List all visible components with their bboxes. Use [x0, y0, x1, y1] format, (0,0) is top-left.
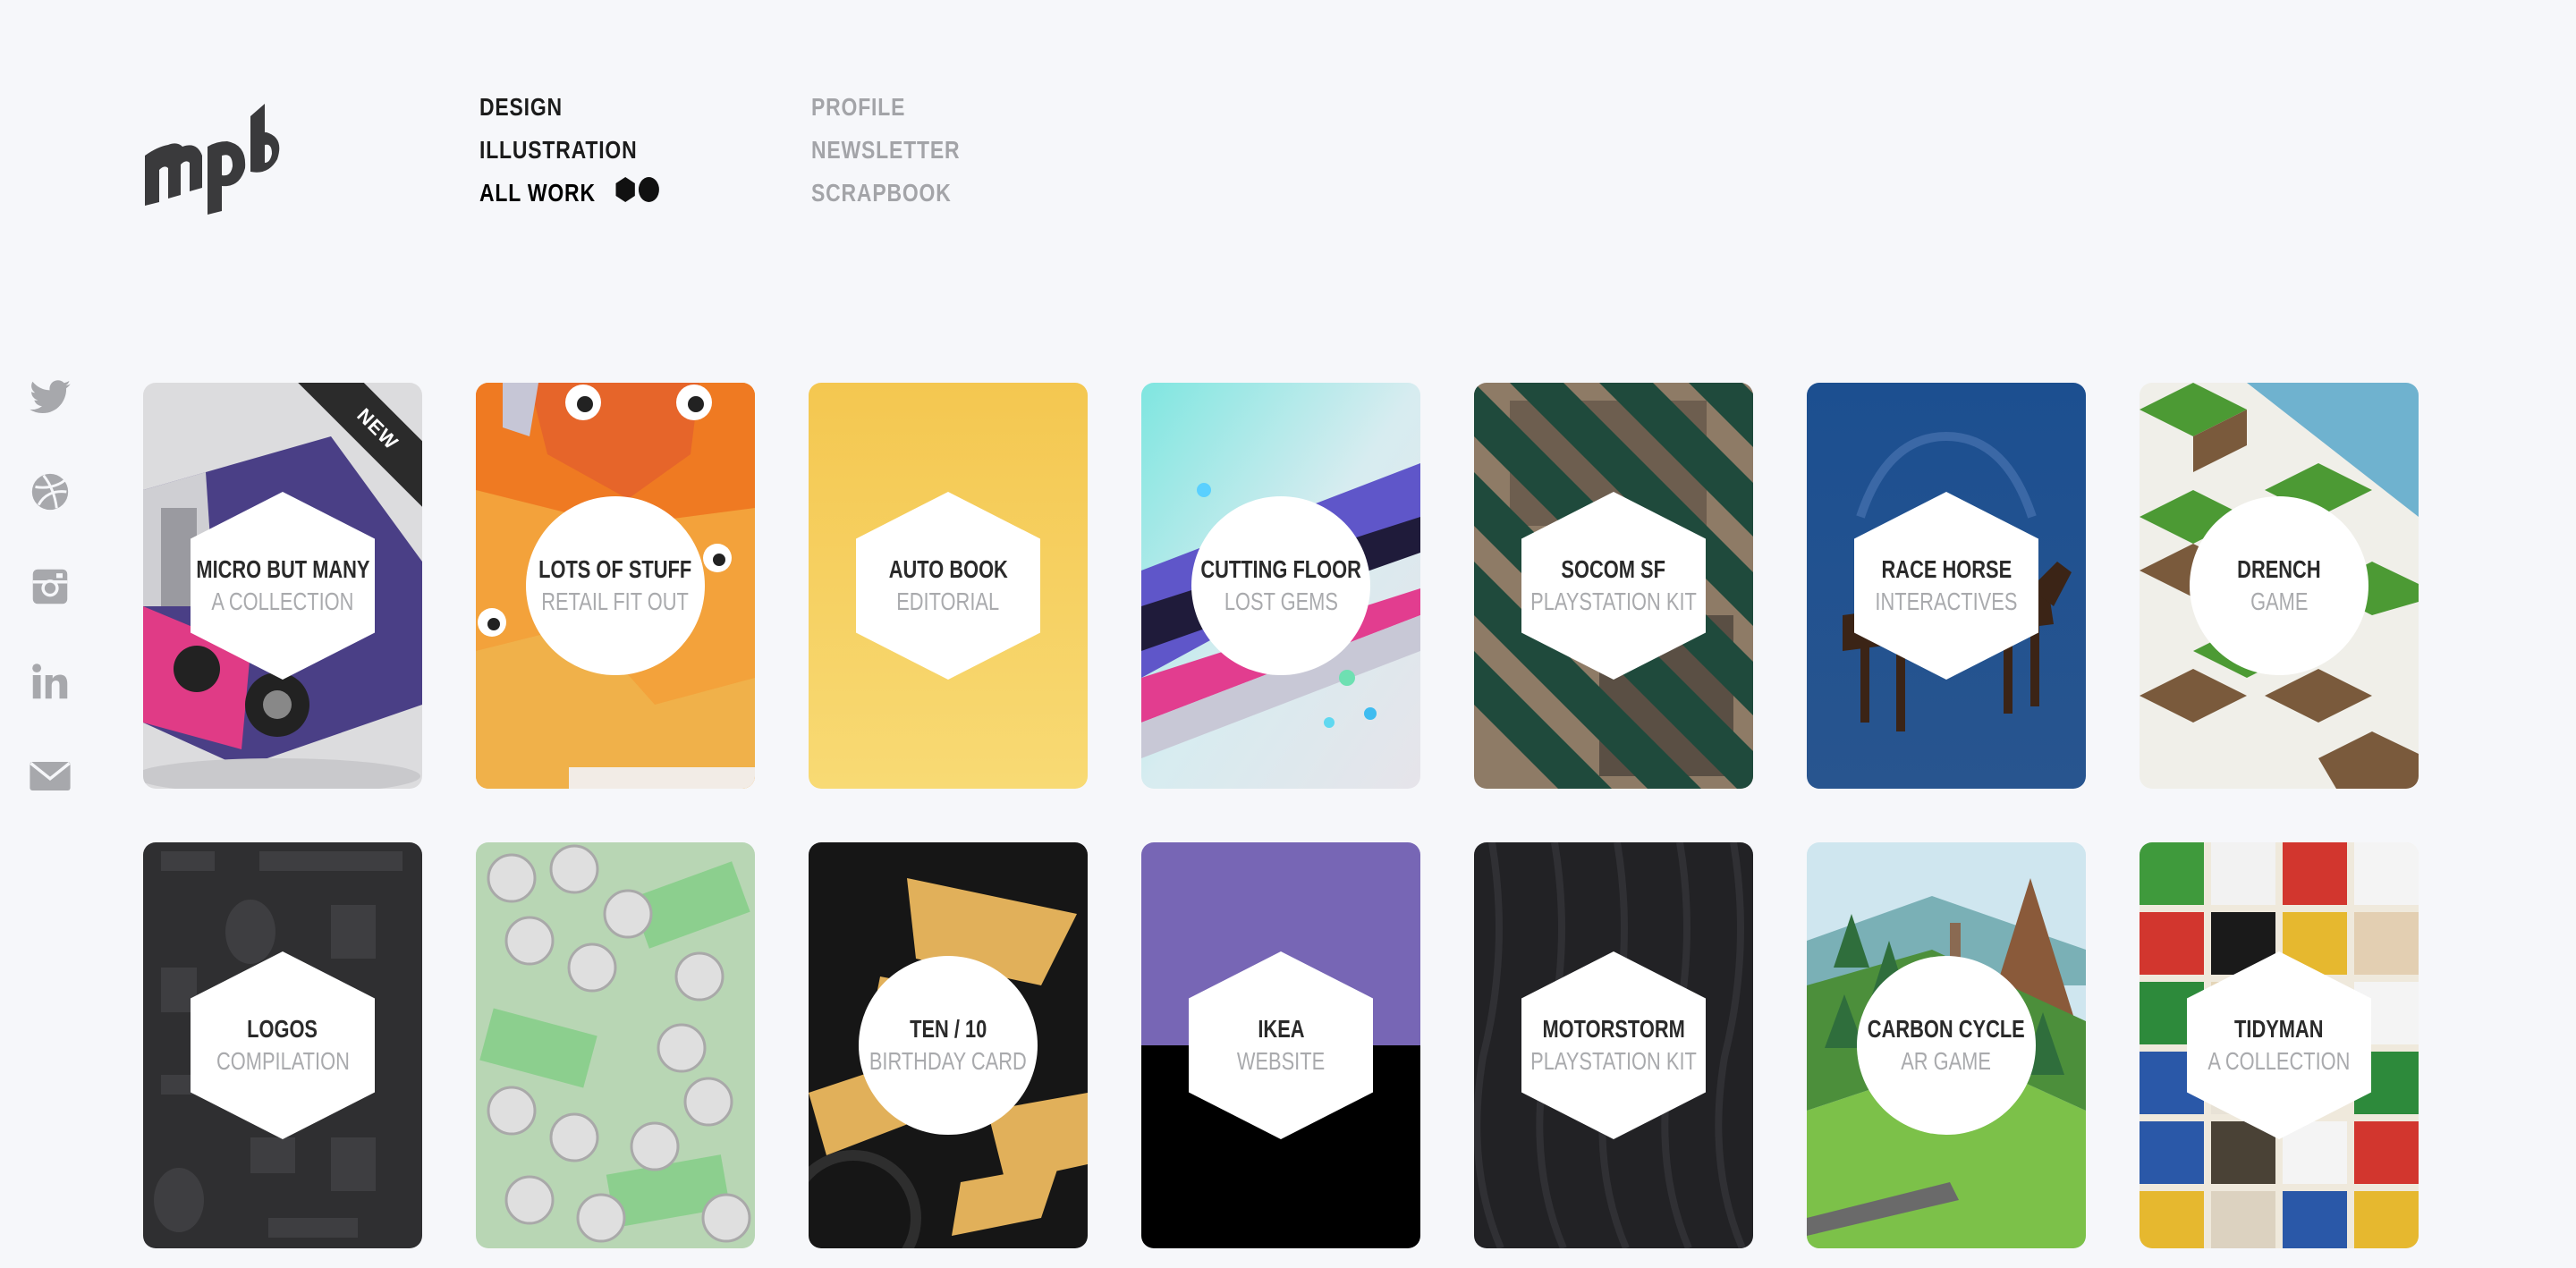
secondary-nav: PROFILE NEWSLETTER SCRAPBOOK: [811, 86, 993, 215]
card-auto-book[interactable]: AUTO BOOK EDITORIAL: [809, 383, 1088, 789]
card-badge: LOTS OF STUFF RETAIL FIT OUT: [526, 496, 705, 675]
mpb-logo[interactable]: [141, 82, 299, 216]
card-title: MOTORSTORM: [1542, 1015, 1685, 1043]
card-title: AUTO BOOK: [888, 555, 1008, 583]
card-subtitle: BIRTHDAY CARD: [869, 1047, 1027, 1075]
active-indicator-icon: [615, 173, 661, 216]
card-badge: CUTTING FLOOR LOST GEMS: [1191, 496, 1370, 675]
card-title: LOTS OF STUFF: [538, 555, 692, 583]
linkedin-icon[interactable]: [27, 658, 73, 705]
card-subtitle: RETAIL FIT OUT: [541, 588, 690, 615]
card-subtitle: LOST GEMS: [1224, 588, 1338, 615]
primary-nav: DESIGN ILLUSTRATION ALL WORK: [479, 86, 700, 216]
card-drench[interactable]: DRENCH GAME: [2140, 383, 2419, 789]
card-subtitle: EDITORIAL: [896, 588, 1000, 615]
card-subtitle: A COLLECTION: [211, 588, 354, 615]
nav-scrapbook[interactable]: SCRAPBOOK: [811, 172, 960, 215]
card-carbon-cycle[interactable]: CARBON CYCLE AR GAME: [1807, 842, 2086, 1248]
card-logos[interactable]: LOGOS COMPILATION: [143, 842, 422, 1248]
card-subtitle: PLAYSTATION KIT: [1530, 1047, 1697, 1075]
card-socom-sf[interactable]: SOCOM SF PLAYSTATION KIT: [1474, 383, 1753, 789]
card-title: SOCOM SF: [1561, 555, 1666, 583]
card-title: TEN / 10: [909, 1015, 987, 1043]
card-subtitle: INTERACTIVES: [1875, 588, 2018, 615]
card-title: CUTTING FLOOR: [1200, 555, 1361, 583]
card-badge: TEN / 10 BIRTHDAY CARD: [859, 956, 1038, 1135]
card-subtitle: WEBSITE: [1236, 1047, 1326, 1075]
card-subtitle: COMPILATION: [216, 1047, 350, 1075]
nav-design[interactable]: DESIGN: [479, 86, 661, 129]
card-subtitle: PLAYSTATION KIT: [1530, 588, 1697, 615]
twitter-icon[interactable]: [27, 374, 73, 420]
card-subtitle: GAME: [2250, 588, 2309, 615]
nav-illustration[interactable]: ILLUSTRATION: [479, 129, 661, 172]
card-title: LOGOS: [247, 1015, 318, 1043]
card-ten-10[interactable]: TEN / 10 BIRTHDAY CARD: [809, 842, 1088, 1248]
instagram-icon[interactable]: [27, 563, 73, 610]
card-lots-of-stuff[interactable]: LOTS OF STUFF RETAIL FIT OUT: [476, 383, 755, 789]
email-icon[interactable]: [27, 753, 73, 799]
nav-all-work[interactable]: ALL WORK: [479, 172, 661, 216]
card-cutting-floor[interactable]: CUTTING FLOOR LOST GEMS: [1141, 383, 1420, 789]
card-ikea[interactable]: IKEA WEBSITE: [1141, 842, 1420, 1248]
card-tidyman[interactable]: TIDYMAN A COLLECTION: [2140, 842, 2419, 1248]
card-subtitle: A COLLECTION: [2207, 1047, 2351, 1075]
card-title: CARBON CYCLE: [1868, 1015, 2025, 1043]
card-badge: CARBON CYCLE AR GAME: [1857, 956, 2036, 1135]
coins-thumbnail: [476, 842, 755, 1248]
card-coins[interactable]: [476, 842, 755, 1248]
card-title: RACE HORSE: [1881, 555, 2012, 583]
logo-mark: [145, 104, 280, 215]
nav-all-work-label: ALL WORK: [479, 179, 596, 207]
card-badge: DRENCH GAME: [2190, 496, 2368, 675]
card-race-horse[interactable]: RACE HORSE INTERACTIVES: [1807, 383, 2086, 789]
card-micro-but-many[interactable]: NEW MICRO BUT MANY A COLLECTION: [143, 383, 422, 789]
nav-newsletter[interactable]: NEWSLETTER: [811, 129, 960, 172]
card-title: IKEA: [1257, 1015, 1305, 1043]
nav-profile[interactable]: PROFILE: [811, 86, 960, 129]
card-subtitle: AR GAME: [1901, 1047, 1992, 1075]
card-motorstorm[interactable]: MOTORSTORM PLAYSTATION KIT: [1474, 842, 1753, 1248]
card-title: TIDYMAN: [2234, 1015, 2324, 1043]
dribbble-icon[interactable]: [27, 469, 73, 515]
card-title: MICRO BUT MANY: [195, 555, 370, 583]
card-title: DRENCH: [2237, 555, 2321, 583]
